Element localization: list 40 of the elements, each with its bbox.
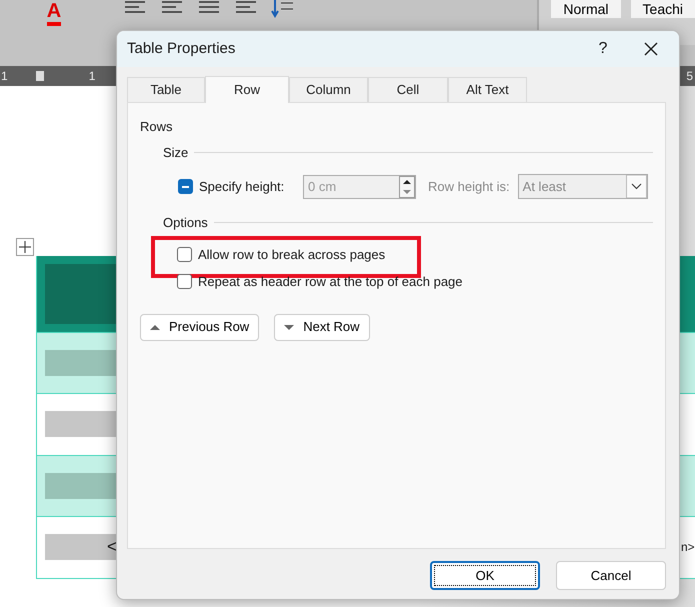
checkbox-label[interactable]: Allow row to break across pages: [198, 244, 386, 264]
ruler-number: 5: [686, 68, 693, 85]
nav-button[interactable]: Previous Row: [140, 314, 260, 340]
table-cell-text: <: [107, 536, 117, 558]
ruler-number: 1: [1, 68, 8, 85]
dialog-button[interactable]: Cancel: [556, 561, 666, 590]
table-cell-text: n>: [681, 539, 695, 556]
window-title: Table Properties: [127, 38, 236, 59]
align-icon[interactable]: [197, 0, 221, 16]
tab[interactable]: Cell: [368, 77, 448, 102]
field-label: Row height is:: [428, 178, 510, 196]
checkbox-label[interactable]: Specify height:: [199, 176, 303, 196]
close-icon: [644, 42, 658, 56]
tab[interactable]: Table: [127, 77, 205, 102]
dialog-button[interactable]: OK: [430, 561, 540, 590]
style-gallery-item[interactable]: Normal: [551, 0, 621, 18]
group-heading: Options: [163, 214, 208, 232]
checkbox[interactable]: [177, 274, 192, 290]
indent-marker[interactable]: [36, 71, 44, 81]
nav-button[interactable]: Next Row: [274, 314, 370, 340]
group-heading: Size: [163, 144, 188, 162]
tab[interactable]: Alt Text: [448, 77, 527, 102]
align-icon[interactable]: [160, 0, 184, 16]
table-move-handle-icon[interactable]: [16, 238, 34, 256]
line-spacing-icon[interactable]: [271, 0, 295, 18]
align-icon[interactable]: [234, 0, 258, 16]
align-icon[interactable]: [123, 0, 147, 16]
style-gallery-item[interactable]: Teachi: [630, 0, 695, 18]
section-heading: Rows: [140, 118, 174, 136]
help-button[interactable]: ?: [583, 37, 623, 61]
tab[interactable]: Column: [289, 77, 368, 102]
dropdown-arrow-icon: [626, 175, 647, 198]
tab[interactable]: Row: [205, 76, 289, 103]
triangle-icon: [283, 322, 296, 332]
ruler-number: 1: [88, 68, 96, 85]
triangle-icon: [149, 322, 161, 332]
checkbox[interactable]: [177, 246, 192, 262]
checkbox-label[interactable]: Repeat as header row at the top of each page: [198, 272, 463, 292]
spinner-arrows-icon: [399, 176, 415, 198]
checkbox[interactable]: [178, 179, 193, 194]
